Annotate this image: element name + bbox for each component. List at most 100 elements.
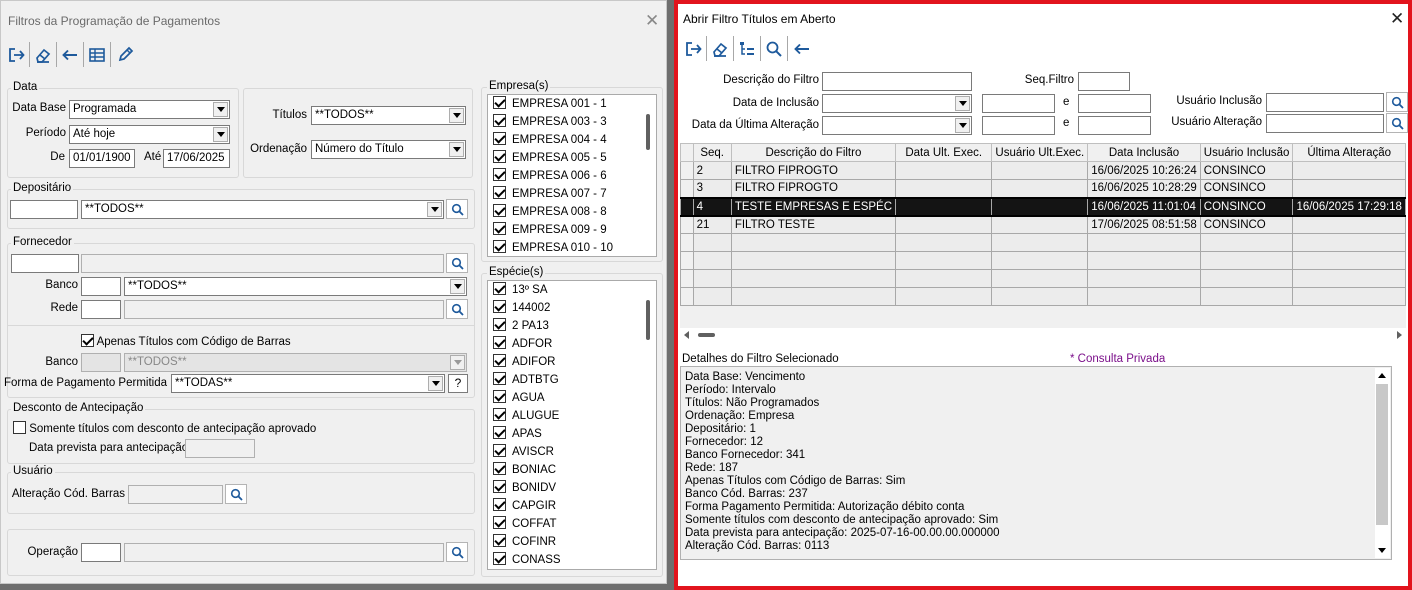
checkbox-checked-icon[interactable] [493, 282, 506, 295]
table-cell[interactable] [895, 287, 993, 306]
row-indicator[interactable] [680, 215, 694, 234]
table-cell[interactable] [895, 269, 993, 288]
checkbox-checked-icon[interactable] [493, 462, 506, 475]
table-cell[interactable] [1292, 269, 1406, 288]
codigo-barras-checkbox[interactable]: Apenas Títulos com Código de Barras [81, 334, 291, 348]
periodo-select[interactable]: Até hoje [69, 125, 230, 144]
chevron-down-icon[interactable] [449, 108, 464, 123]
grid-column-header[interactable]: Descrição do Filtro [730, 143, 897, 162]
chevron-down-icon[interactable] [427, 202, 442, 217]
list-item[interactable]: EMPRESA 004 - 4 [488, 131, 656, 149]
checkbox-checked-icon[interactable] [493, 114, 506, 127]
grid-column-header[interactable]: Data Ult. Exec. [895, 143, 993, 162]
table-cell[interactable]: 2 [692, 161, 732, 180]
seq-filtro-input[interactable] [1078, 72, 1130, 91]
table-cell[interactable]: 21 [692, 215, 732, 234]
back-arrow-icon[interactable] [788, 36, 815, 61]
table-cell[interactable] [991, 196, 1089, 217]
checkbox-checked-icon[interactable] [493, 372, 506, 385]
row-indicator[interactable] [680, 251, 694, 270]
table-cell[interactable] [1292, 287, 1406, 306]
rede-code-field[interactable] [81, 300, 121, 319]
especies-list[interactable]: 13º SA 144002 2 PA13 ADFOR ADIFOR ADTBTG AGUA A… [487, 280, 657, 570]
table-cell[interactable]: TESTE EMPRESAS E ESPÉC [730, 196, 897, 217]
usuario-search-button[interactable] [225, 484, 247, 504]
scroll-left-icon[interactable] [684, 331, 689, 339]
checkbox-checked-icon[interactable] [493, 336, 506, 349]
list-item[interactable]: COFINR [488, 533, 656, 551]
ordenacao-select[interactable]: Número do Título [311, 140, 466, 159]
list-item[interactable]: EMPRESA 001 - 1 [488, 95, 656, 113]
table-cell[interactable] [1087, 233, 1201, 252]
list-item[interactable]: CONASS [488, 551, 656, 569]
row-indicator[interactable] [680, 269, 694, 288]
table-cell[interactable] [991, 287, 1089, 306]
table-cell[interactable]: 3 [692, 179, 732, 198]
empresas-list[interactable]: EMPRESA 001 - 1 EMPRESA 003 - 3 EMPRESA 00… [487, 94, 657, 257]
table-cell[interactable]: FILTRO FIPROGTO [730, 179, 897, 198]
table-row[interactable]: 21 FILTRO TESTE 17/06/2025 08:51:58 CONSINC… [680, 215, 1406, 234]
list-item[interactable]: EMPRESA 003 - 3 [488, 113, 656, 131]
de-date-field[interactable]: 01/01/1900 [69, 149, 135, 168]
table-cell[interactable]: 16/06/2025 11:01:04 [1087, 196, 1201, 217]
table-cell[interactable]: CONSINCO [1199, 196, 1294, 217]
ate-date-field[interactable]: 17/06/2025 [163, 149, 230, 168]
list-item[interactable]: AVISCR [488, 443, 656, 461]
table-cell[interactable] [692, 233, 732, 252]
list-item[interactable]: EMPRESA 008 - 8 [488, 203, 656, 221]
table-cell[interactable] [1292, 161, 1406, 180]
table-cell[interactable] [1292, 251, 1406, 270]
table-cell[interactable] [730, 287, 897, 306]
grid-column-header[interactable]: Última Alteração [1292, 143, 1406, 162]
table-cell[interactable]: 16/06/2025 10:28:29 [1087, 179, 1201, 198]
operacao-code-field[interactable] [81, 543, 121, 562]
search-icon[interactable] [761, 36, 788, 61]
checkbox-checked-icon[interactable] [493, 444, 506, 457]
table-row[interactable]: 4 TESTE EMPRESAS E ESPÉC 16/06/2025 11:01:… [680, 196, 1406, 217]
list-item[interactable]: EMPRESA 007 - 7 [488, 185, 656, 203]
checkbox-checked-icon[interactable] [493, 186, 506, 199]
chevron-down-icon[interactable] [955, 96, 970, 111]
table-cell[interactable] [895, 215, 993, 234]
table-row[interactable] [680, 251, 1406, 270]
checkbox-checked-icon[interactable] [493, 300, 506, 313]
tree-list-icon[interactable] [734, 36, 761, 61]
list-item[interactable]: EMPRESA 010 - 10 [488, 239, 656, 256]
table-cell[interactable] [991, 179, 1089, 198]
fornecedor-code-field[interactable] [11, 254, 79, 273]
table-row[interactable] [680, 287, 1406, 306]
checkbox-checked-icon[interactable] [493, 408, 506, 421]
chevron-down-icon[interactable] [955, 118, 970, 133]
table-cell[interactable] [895, 196, 993, 217]
list-item[interactable]: COFFAT [488, 515, 656, 533]
eraser-icon[interactable] [707, 36, 734, 61]
grid-column-header[interactable]: Usuário Ult.Exec. [991, 143, 1089, 162]
table-cell[interactable] [1292, 215, 1406, 234]
table-cell[interactable] [730, 251, 897, 270]
pencil-icon[interactable] [111, 42, 138, 67]
depositario-code-field[interactable] [10, 200, 78, 219]
row-indicator[interactable] [680, 179, 694, 198]
table-icon[interactable] [84, 42, 111, 67]
depositario-search-button[interactable] [446, 199, 468, 219]
checkbox-checked-icon[interactable] [493, 222, 506, 235]
list-item[interactable]: ADFOR [488, 335, 656, 353]
table-cell[interactable] [692, 269, 732, 288]
table-cell[interactable] [730, 233, 897, 252]
row-indicator[interactable] [680, 161, 694, 180]
checkbox-checked-icon[interactable] [493, 534, 506, 547]
close-icon[interactable]: ✕ [645, 12, 659, 29]
table-cell[interactable] [991, 215, 1089, 234]
depositario-select[interactable]: **TODOS** [81, 200, 444, 219]
table-cell[interactable]: FILTRO FIPROGTO [730, 161, 897, 180]
table-cell[interactable] [692, 251, 732, 270]
horizontal-scrollbar[interactable] [680, 328, 1406, 342]
list-item[interactable]: 13º SA [488, 281, 656, 299]
checkbox-unchecked-icon[interactable] [13, 421, 26, 434]
chevron-down-icon[interactable] [450, 279, 465, 294]
table-cell[interactable] [1087, 269, 1201, 288]
checkbox-checked-icon[interactable] [493, 354, 506, 367]
titulos-select[interactable]: **TODOS** [311, 106, 466, 125]
row-indicator[interactable] [680, 196, 694, 217]
table-cell[interactable] [1292, 233, 1406, 252]
